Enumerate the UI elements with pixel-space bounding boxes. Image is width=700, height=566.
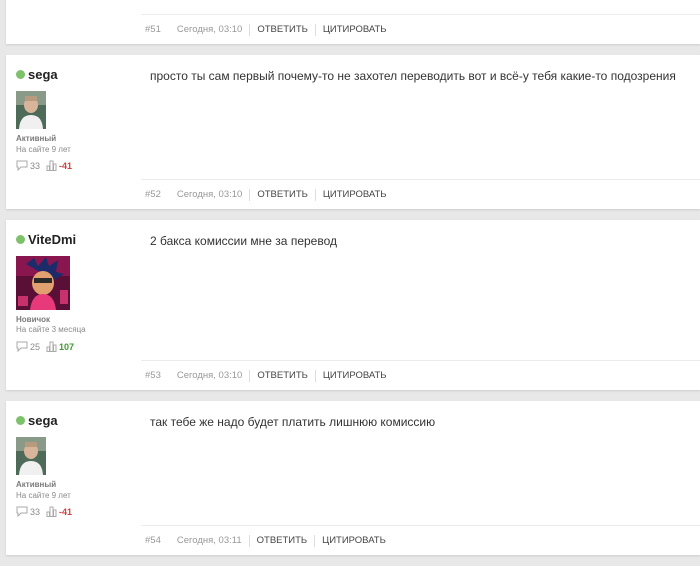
user-stats: 33 -41 bbox=[16, 160, 72, 171]
divider bbox=[314, 369, 316, 382]
user-on-site: На сайте 9 лет bbox=[16, 145, 71, 154]
user-status: Активный bbox=[16, 480, 57, 489]
user-status: Новичок bbox=[16, 315, 51, 324]
post-footer: #51 Сегодня, 03:10 ОТВЕТИТЬ ЦИТИРОВАТЬ bbox=[141, 14, 700, 44]
reply-button[interactable]: ОТВЕТИТЬ bbox=[257, 535, 308, 546]
avatar[interactable] bbox=[16, 437, 46, 475]
post-footer: #54 Сегодня, 03:11 ОТВЕТИТЬ ЦИТИРОВАТЬ bbox=[141, 525, 700, 555]
divider bbox=[249, 188, 251, 201]
reputation-value: 107 bbox=[59, 341, 75, 352]
comments-count: 33 bbox=[30, 160, 41, 171]
post-message: 2 бакса комиссии мне за перевод bbox=[150, 234, 337, 248]
post-author[interactable]: sega bbox=[16, 67, 58, 82]
online-indicator bbox=[16, 416, 25, 425]
comment-icon bbox=[16, 160, 28, 171]
comment-icon bbox=[16, 506, 28, 517]
post-number[interactable]: #52 bbox=[145, 189, 161, 200]
author-name[interactable]: ViteDmi bbox=[28, 232, 76, 247]
comments-count: 33 bbox=[30, 506, 41, 517]
user-stats: 33 -41 bbox=[16, 506, 72, 517]
user-status: Активный bbox=[16, 134, 57, 143]
reputation-icon bbox=[46, 341, 57, 352]
author-name[interactable]: sega bbox=[28, 67, 58, 82]
user-on-site: На сайте 3 месяца bbox=[16, 325, 86, 334]
post-date: Сегодня, 03:10 bbox=[176, 189, 243, 200]
reply-button[interactable]: ОТВЕТИТЬ bbox=[257, 24, 308, 35]
post-author[interactable]: sega bbox=[16, 413, 58, 428]
post-date: Сегодня, 03:10 bbox=[176, 370, 243, 381]
post-date: Сегодня, 03:11 bbox=[176, 535, 242, 546]
post-author[interactable]: ViteDmi bbox=[16, 232, 76, 247]
divider bbox=[314, 534, 316, 547]
online-indicator bbox=[16, 70, 25, 79]
reputation-value: -41 bbox=[59, 506, 73, 517]
quote-button[interactable]: ЦИТИРОВАТЬ bbox=[322, 535, 386, 546]
divider bbox=[314, 23, 316, 36]
post-footer: #53 Сегодня, 03:10 ОТВЕТИТЬ ЦИТИРОВАТЬ bbox=[141, 360, 700, 390]
reputation-icon bbox=[46, 160, 57, 171]
quote-button[interactable]: ЦИТИРОВАТЬ bbox=[323, 24, 387, 35]
quote-button[interactable]: ЦИТИРОВАТЬ bbox=[323, 370, 387, 381]
post-footer: #52 Сегодня, 03:10 ОТВЕТИТЬ ЦИТИРОВАТЬ bbox=[141, 179, 700, 209]
comment-icon bbox=[16, 341, 28, 352]
reply-button[interactable]: ОТВЕТИТЬ bbox=[257, 189, 308, 200]
post-card-51: #51 Сегодня, 03:10 ОТВЕТИТЬ ЦИТИРОВАТЬ bbox=[6, 0, 700, 44]
post-number[interactable]: #53 bbox=[145, 370, 161, 381]
quote-button[interactable]: ЦИТИРОВАТЬ bbox=[323, 189, 387, 200]
online-indicator bbox=[16, 235, 25, 244]
reputation-icon bbox=[46, 506, 57, 517]
avatar-image bbox=[16, 437, 46, 475]
post-message: так тебе же надо будет платить лишнюю ко… bbox=[150, 415, 436, 429]
user-on-site: На сайте 9 лет bbox=[16, 491, 71, 500]
post-card-54: sega Активный На сайте 9 лет 33 -41 так … bbox=[6, 401, 700, 555]
avatar-image bbox=[16, 256, 70, 310]
post-date: Сегодня, 03:10 bbox=[176, 24, 243, 35]
comments-count: 25 bbox=[30, 341, 41, 352]
avatar-image bbox=[16, 91, 46, 129]
author-name[interactable]: sega bbox=[28, 413, 58, 428]
reply-button[interactable]: ОТВЕТИТЬ bbox=[257, 370, 308, 381]
post-number[interactable]: #51 bbox=[145, 24, 161, 35]
user-stats: 25 107 bbox=[16, 341, 74, 352]
avatar[interactable] bbox=[16, 256, 70, 310]
divider bbox=[249, 23, 251, 36]
reputation-value: -41 bbox=[59, 160, 73, 171]
divider bbox=[314, 188, 316, 201]
post-number[interactable]: #54 bbox=[145, 535, 161, 546]
post-card-53: ViteDmi Новичок На сайте 3 месяца 25 107… bbox=[6, 220, 700, 390]
divider bbox=[249, 369, 251, 382]
post-card-52: sega Активный На сайте 9 лет 33 -41 прос… bbox=[6, 55, 700, 209]
avatar[interactable] bbox=[16, 91, 46, 129]
post-message: просто ты сам первый почему-то не захоте… bbox=[150, 69, 676, 83]
divider bbox=[248, 534, 250, 547]
